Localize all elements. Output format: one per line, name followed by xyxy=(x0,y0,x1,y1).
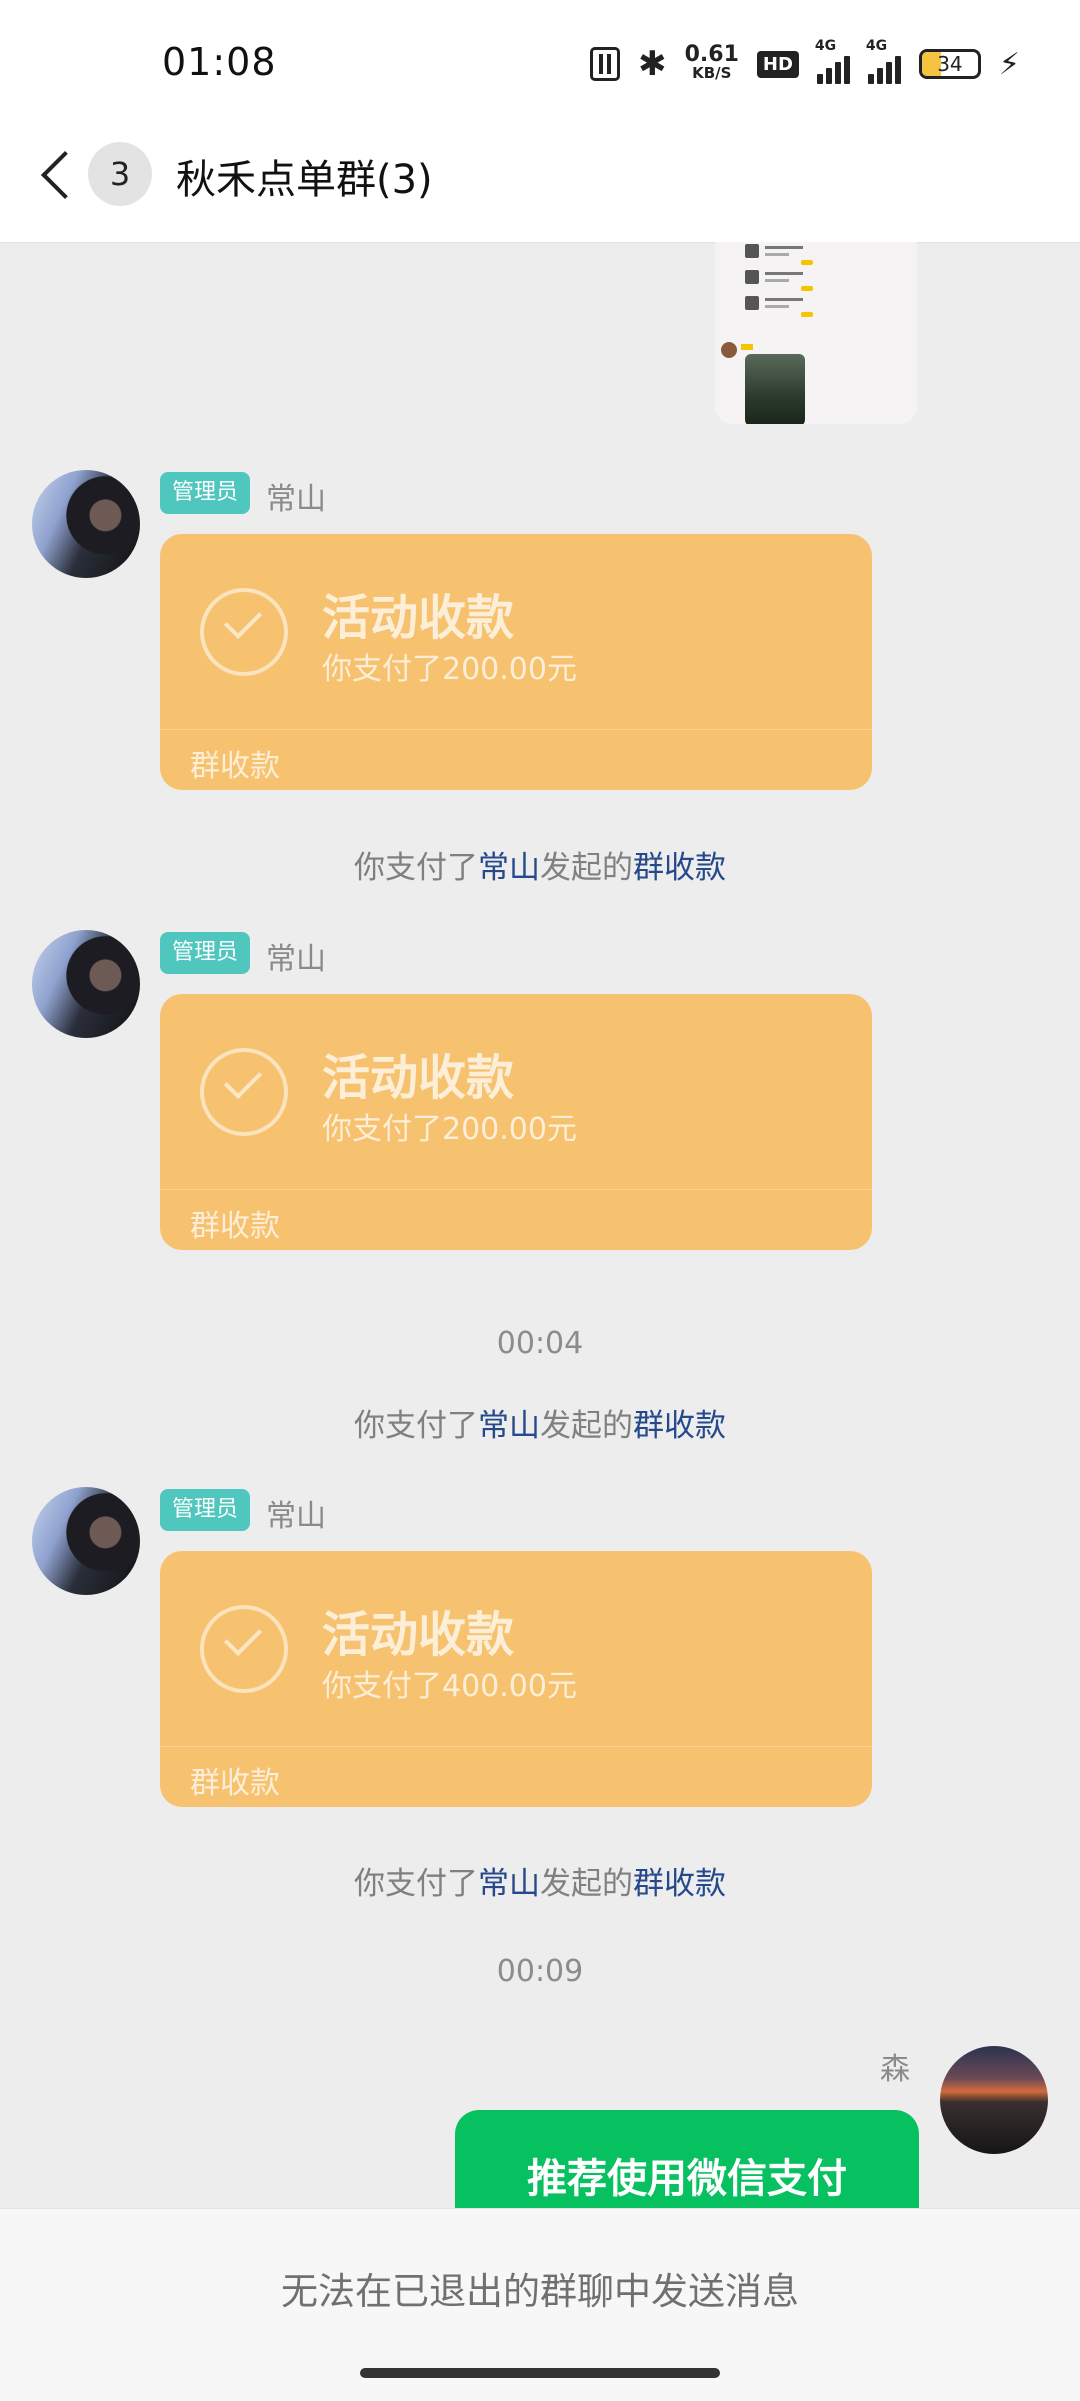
admin-badge: 管理员 xyxy=(160,932,251,974)
avatar[interactable] xyxy=(32,470,140,578)
payer-name-link[interactable]: 常山 xyxy=(478,1408,540,1444)
check-circle-icon xyxy=(200,1605,288,1693)
status-time: 01:08 xyxy=(162,40,277,84)
payer-name-link[interactable]: 常山 xyxy=(478,850,540,886)
group-payment-card[interactable]: 活动收款 你支付了200.00元 群收款 xyxy=(160,994,872,1250)
home-indicator[interactable] xyxy=(360,2368,720,2378)
own-message-text: 推荐使用微信支付 xyxy=(527,2156,847,2202)
signal-sim1-icon: 4G xyxy=(815,38,850,84)
sim1-network-label: 4G xyxy=(814,38,837,54)
card-footer: 群收款 xyxy=(190,749,280,784)
own-sender-name: 森 xyxy=(880,2052,910,2087)
own-avatar[interactable] xyxy=(940,2046,1048,2154)
nfc-icon xyxy=(590,47,621,81)
card-title: 活动收款 xyxy=(322,590,515,646)
unread-count-badge[interactable]: 3 xyxy=(88,142,152,206)
card-amount: 你支付了400.00元 xyxy=(322,1669,577,1704)
check-circle-icon xyxy=(200,1048,288,1136)
sim2-network-label: 4G xyxy=(865,38,888,54)
avatar[interactable] xyxy=(32,930,140,1038)
payer-name-link[interactable]: 常山 xyxy=(478,1866,540,1902)
network-speed-unit: KB/S xyxy=(692,64,732,82)
system-message: 你支付了常山发起的群收款 xyxy=(354,1408,726,1444)
battery-level: 34 xyxy=(937,52,963,76)
signal-sim2-icon: 4G xyxy=(866,38,901,84)
shared-screenshot-image[interactable] xyxy=(715,242,917,424)
card-amount: 你支付了200.00元 xyxy=(322,1112,577,1147)
sender-name: 常山 xyxy=(266,1499,326,1534)
group-payment-link[interactable]: 群收款 xyxy=(633,1408,726,1444)
battery-icon: 34 xyxy=(918,49,981,79)
timestamp: 00:04 xyxy=(496,1326,584,1361)
status-icons: ✱ 0.61 KB/S HD 4G 4G 34 ⚡ xyxy=(590,38,1020,84)
network-speed: 0.61 KB/S xyxy=(684,42,739,83)
group-payment-card[interactable]: 活动收款 你支付了400.00元 群收款 xyxy=(160,1551,872,1807)
group-payment-card[interactable]: 活动收款 你支付了200.00元 群收款 xyxy=(160,534,872,790)
card-title: 活动收款 xyxy=(322,1607,515,1663)
card-amount: 你支付了200.00元 xyxy=(322,652,577,687)
chat-header: 3 秋禾点单群(3) xyxy=(0,120,1080,243)
avatar[interactable] xyxy=(32,1487,140,1595)
card-title: 活动收款 xyxy=(322,1050,515,1106)
sender-name: 常山 xyxy=(266,482,326,517)
group-payment-link[interactable]: 群收款 xyxy=(633,1866,726,1902)
hd-voice-icon: HD xyxy=(756,50,799,78)
status-bar: 01:08 ✱ 0.61 KB/S HD 4G 4G 34 ⚡ xyxy=(0,0,1080,120)
sender-name: 常山 xyxy=(266,942,326,977)
card-footer: 群收款 xyxy=(190,1209,280,1244)
bluetooth-icon: ✱ xyxy=(638,44,667,84)
chat-title: 秋禾点单群(3) xyxy=(176,157,433,203)
check-circle-icon xyxy=(200,588,288,676)
back-button[interactable] xyxy=(38,146,78,206)
system-message: 你支付了常山发起的群收款 xyxy=(354,1866,726,1902)
left-group-notice: 无法在已退出的群聊中发送消息 xyxy=(281,2270,799,2313)
group-payment-link[interactable]: 群收款 xyxy=(633,850,726,886)
timestamp: 00:09 xyxy=(496,1954,584,1989)
system-message: 你支付了常山发起的群收款 xyxy=(354,850,726,886)
admin-badge: 管理员 xyxy=(160,1489,251,1531)
card-footer: 群收款 xyxy=(190,1766,280,1801)
network-speed-value: 0.61 xyxy=(684,42,739,67)
charging-icon: ⚡ xyxy=(998,46,1020,82)
admin-badge: 管理员 xyxy=(160,472,251,514)
